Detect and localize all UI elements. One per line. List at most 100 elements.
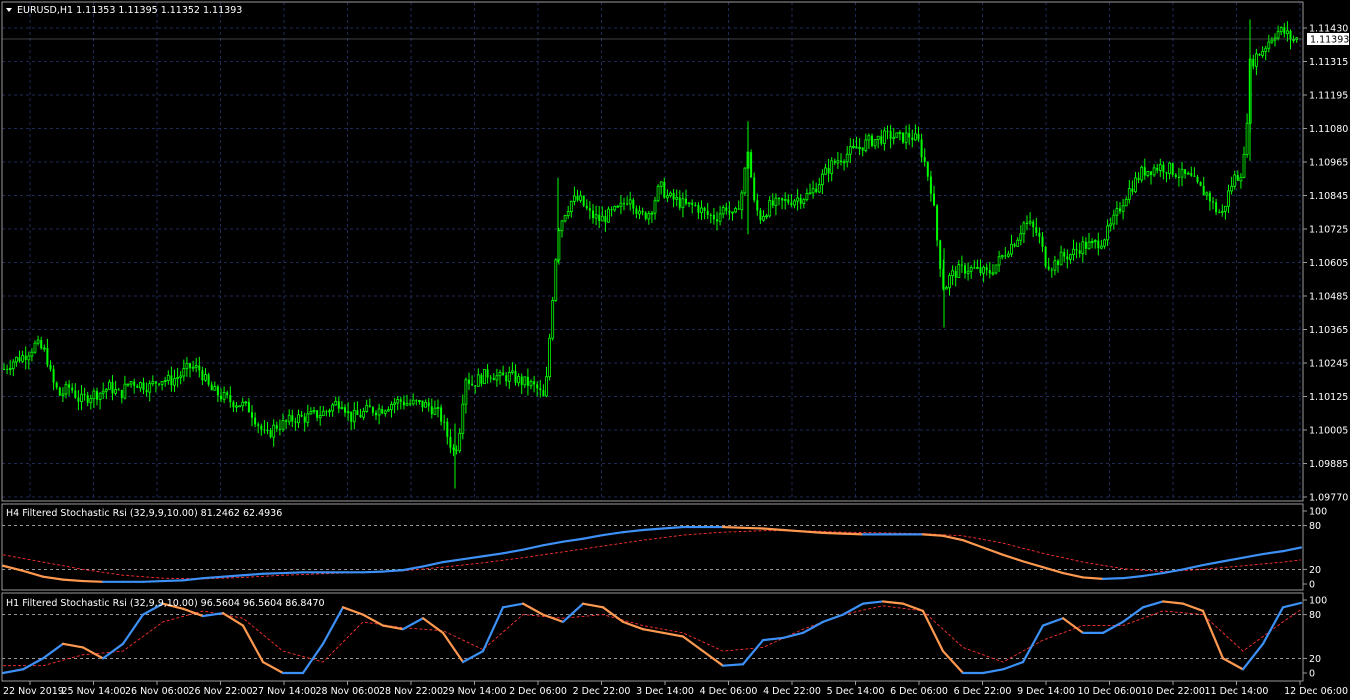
candle-body <box>725 207 728 211</box>
main-line-segment <box>921 533 945 537</box>
candle-body <box>799 198 802 204</box>
candle-body <box>1193 175 1196 177</box>
candle-body <box>1202 185 1205 196</box>
candle-body <box>976 266 979 269</box>
candle-body <box>979 267 982 274</box>
main-line-segment <box>141 579 165 583</box>
candle-body <box>1220 210 1224 213</box>
candle-body <box>920 139 923 158</box>
candle <box>548 333 551 381</box>
candle-body <box>778 198 780 200</box>
candle-body <box>848 146 852 155</box>
candle-body <box>1069 254 1072 260</box>
candle-body <box>318 415 322 419</box>
candle-body <box>136 385 139 388</box>
time-label: 2 Dec 22:00 <box>573 686 631 697</box>
candle-body <box>424 402 428 408</box>
candle-body <box>464 379 468 405</box>
candle-body <box>703 208 706 211</box>
candle-body <box>142 382 145 390</box>
time-label: 28 Nov 06:00 <box>315 686 379 697</box>
candle-body <box>390 404 393 410</box>
candle-body <box>235 405 238 408</box>
candle-body <box>120 389 123 399</box>
candle-body <box>1121 205 1125 212</box>
candle-body <box>554 259 558 301</box>
candle-body <box>908 133 911 138</box>
candle-body <box>517 376 520 384</box>
candle-body <box>443 421 446 423</box>
candle-body <box>1261 50 1264 56</box>
candle-body <box>77 397 80 402</box>
candle-body <box>902 132 904 143</box>
candle-body <box>619 202 623 207</box>
candle-body <box>166 375 170 381</box>
candle-body <box>533 381 536 385</box>
candle-body <box>650 212 654 215</box>
candle-body <box>1109 223 1113 227</box>
price-label: 1.09885 <box>1309 459 1348 470</box>
candle-body <box>867 135 871 141</box>
price-axis[interactable]: 1.11430 1.11315 1.11195 1.11080 1.10965 1.108… <box>1303 24 1348 504</box>
time-label: 9 Dec 14:00 <box>1017 686 1075 697</box>
candle-body <box>123 383 127 399</box>
candle-body <box>393 402 397 405</box>
candle-body <box>663 181 666 198</box>
candle-body <box>340 406 344 409</box>
candle-body <box>173 378 176 386</box>
main-line-segment <box>741 526 765 530</box>
time-label: 10 Dec 22:00 <box>1141 686 1205 697</box>
candle-body <box>610 209 613 211</box>
candle-body <box>179 375 183 378</box>
candle-body <box>452 447 455 450</box>
candle-body <box>194 365 198 368</box>
candle-body <box>138 382 142 389</box>
candle-body <box>36 339 40 344</box>
candle-body <box>836 160 840 164</box>
main-line-segment <box>241 572 265 577</box>
candle <box>58 386 61 397</box>
chart-window[interactable]: 1.11430 1.11315 1.11195 1.11080 1.10965 1.108… <box>0 0 1350 700</box>
candle-body <box>430 406 433 415</box>
candle-body <box>8 368 12 370</box>
candle-body <box>383 410 387 414</box>
candle-body <box>356 410 359 415</box>
candle <box>607 206 610 223</box>
candle-body <box>716 219 718 222</box>
candle-body <box>1050 269 1053 271</box>
candle-body <box>359 414 362 418</box>
candle-body <box>170 375 173 386</box>
main-line-segment <box>841 532 865 536</box>
candle-body <box>1044 246 1047 267</box>
candle-body <box>176 376 180 380</box>
candle-body <box>1087 241 1091 250</box>
candle-body <box>718 213 722 222</box>
candle-body <box>691 202 694 205</box>
candle-body <box>365 405 369 412</box>
time-label: 12 Dec 06:00 <box>1284 686 1348 697</box>
candle-body <box>220 395 222 400</box>
candle-body <box>1252 58 1255 67</box>
candle-body <box>774 197 778 206</box>
candle-body <box>133 381 136 386</box>
candle-body <box>96 391 98 400</box>
candle-body <box>476 374 480 387</box>
candle-body <box>458 432 462 452</box>
candle-body <box>821 173 824 186</box>
candle-body <box>966 270 970 274</box>
price-label: 1.10965 <box>1309 158 1348 169</box>
candle-body <box>3 368 5 370</box>
candle-body <box>1242 154 1246 178</box>
candle-body <box>154 381 157 384</box>
candle-body <box>914 133 917 141</box>
candle-body <box>52 369 55 383</box>
price-label: 1.10245 <box>1309 359 1348 370</box>
candle-body <box>502 372 505 376</box>
candle-body <box>1019 233 1023 241</box>
candle-body <box>185 363 189 370</box>
candle-body <box>883 130 886 144</box>
candle <box>750 149 753 178</box>
candle <box>656 184 660 203</box>
candle-body <box>1028 221 1032 224</box>
candle-body <box>108 381 111 390</box>
